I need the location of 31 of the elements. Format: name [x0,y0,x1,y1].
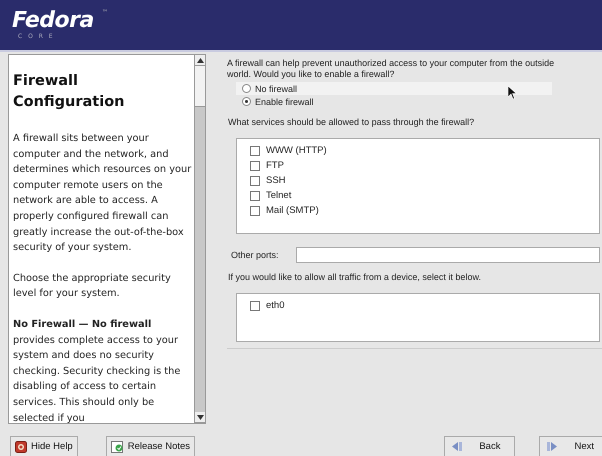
devices-prompt: If you would like to allow all traffic from a device, select it below. [228,272,482,283]
hide-help-button[interactable]: Hide Help [10,436,78,456]
other-ports-field[interactable] [296,247,600,263]
scrollbar-thumb[interactable] [195,66,205,107]
service-checkbox[interactable]: SSH [250,173,599,188]
scroll-down-icon[interactable] [196,414,204,420]
release-notes-button[interactable]: Release Notes [106,436,196,456]
service-checkbox[interactable]: WWW (HTTP) [250,143,599,158]
back-arrow-icon [451,441,464,452]
lifebuoy-icon [15,440,27,452]
help-paragraph: A firewall sits between your computer and the network, and determines which resources on your computer remote users on the network are able to access. A properly configured firewall can greatly increase the out-of-the-box security of your system. [13,132,192,256]
other-ports-label: Other ports: [231,250,280,260]
scrollbar[interactable] [194,55,205,423]
service-checkbox[interactable]: Telnet [250,188,599,203]
mouse-cursor-icon [508,86,517,99]
help-paragraph: No Firewall — No firewall provides complete access to your system and does no security checking. Security checking is the disabling of access to certain services. This should only be selected if you [13,318,182,423]
help-title: Firewall Configuration [13,72,126,112]
radio-option[interactable]: Enable firewall [236,95,552,108]
help-paragraph: Choose the appropriate security level for your system. [13,272,172,302]
intro-text: A firewall can help prevent unauthorized access to your computer from the outside world. Would you like to enable a firewall? [227,58,556,80]
next-button[interactable]: Next [539,436,602,456]
scroll-up-icon[interactable] [196,58,204,62]
services-prompt: What services should be allowed to pass through the firewall? [228,117,476,128]
device-checkbox[interactable]: eth0 [250,298,599,313]
radio-option[interactable]: No firewall [236,82,552,95]
document-icon [110,440,124,452]
logo: Fedora [12,9,94,33]
service-checkbox[interactable]: FTP [250,158,599,173]
service-checkbox[interactable]: Mail (SMTP) [250,203,599,218]
back-button[interactable]: Back [444,436,516,456]
next-arrow-icon [546,441,558,452]
